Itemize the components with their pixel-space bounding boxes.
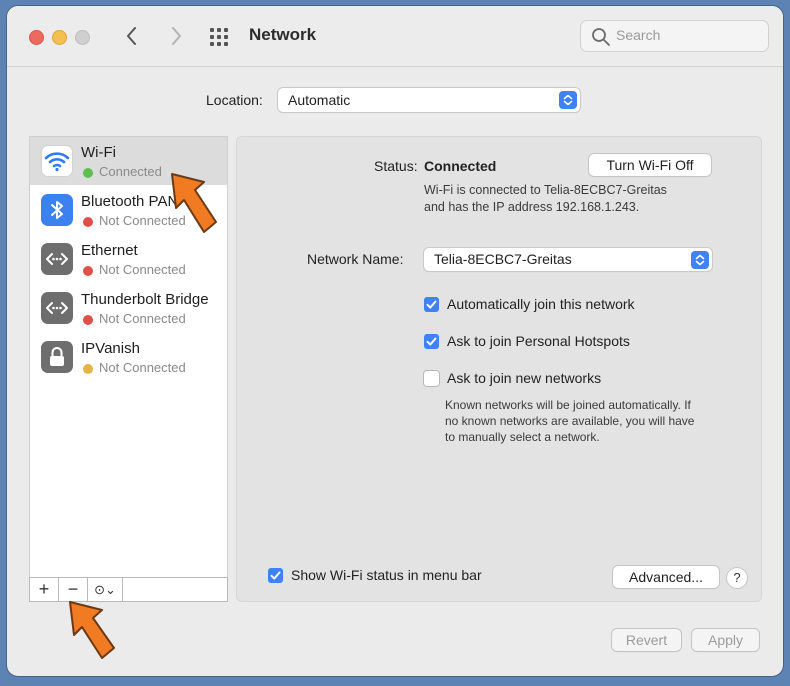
apply-button[interactable]: Apply bbox=[692, 629, 759, 651]
location-value: Automatic bbox=[288, 92, 351, 108]
advanced-button[interactable]: Advanced... bbox=[613, 566, 719, 588]
status-description-line-1: Wi-Fi is connected to Telia-8ECBC7-Greit… bbox=[424, 183, 667, 197]
auto-join-checkbox[interactable] bbox=[424, 297, 439, 312]
annotation-arrow-icon bbox=[69, 601, 115, 659]
location-popup[interactable]: Automatic bbox=[278, 88, 580, 112]
network-preferences-window: Network Location: Automatic bbox=[7, 6, 783, 676]
service-item-ethernet[interactable]: Ethernet Not Connected bbox=[30, 235, 227, 283]
status-label: Status: bbox=[374, 158, 418, 174]
service-status: Connected bbox=[99, 164, 162, 179]
service-status: Not Connected bbox=[99, 262, 186, 277]
search-icon bbox=[592, 28, 610, 46]
service-status: Not Connected bbox=[99, 311, 186, 326]
back-button[interactable] bbox=[119, 22, 145, 50]
known-networks-note-3: to manually select a network. bbox=[445, 430, 600, 444]
ask-new-networks-label: Ask to join new networks bbox=[447, 370, 602, 386]
ask-hotspots-checkbox[interactable] bbox=[424, 334, 439, 349]
bluetooth-icon bbox=[41, 194, 73, 226]
chevron-right-icon bbox=[172, 27, 181, 45]
add-service-button[interactable]: + bbox=[30, 578, 59, 601]
status-dot bbox=[83, 217, 93, 227]
close-button[interactable] bbox=[29, 30, 44, 45]
annotation-arrow-icon bbox=[171, 173, 217, 233]
network-name-value: Telia-8ECBC7-Greitas bbox=[434, 251, 572, 267]
service-item-thunderbolt-bridge[interactable]: Thunderbolt Bridge Not Connected bbox=[30, 284, 227, 332]
zoom-button[interactable] bbox=[75, 30, 90, 45]
turn-wifi-off-button[interactable]: Turn Wi-Fi Off bbox=[589, 154, 711, 176]
window-title: Network bbox=[249, 25, 317, 44]
thunderbolt-icon bbox=[41, 292, 73, 324]
service-status: Not Connected bbox=[99, 360, 186, 375]
chevron-left-icon bbox=[127, 27, 136, 45]
help-button[interactable]: ? bbox=[727, 568, 747, 588]
service-name: Wi-Fi bbox=[81, 144, 116, 161]
service-name: IPVanish bbox=[81, 340, 140, 357]
search-input[interactable] bbox=[616, 27, 756, 43]
location-label: Location: bbox=[206, 92, 263, 108]
lock-icon bbox=[41, 341, 73, 373]
status-dot bbox=[83, 315, 93, 325]
status-dot bbox=[83, 266, 93, 276]
status-description-line-2: and has the IP address 192.168.1.243. bbox=[424, 200, 640, 214]
wifi-icon bbox=[41, 145, 73, 177]
status-dot bbox=[83, 168, 93, 178]
ethernet-icon bbox=[41, 243, 73, 275]
auto-join-label: Automatically join this network bbox=[447, 296, 635, 312]
detail-panel: Status: Connected Turn Wi-Fi Off Wi-Fi i… bbox=[236, 136, 762, 602]
known-networks-note-1: Known networks will be joined automatica… bbox=[445, 398, 691, 412]
forward-button[interactable] bbox=[163, 22, 189, 50]
service-name: Bluetooth PAN bbox=[81, 193, 179, 210]
known-networks-note-2: no known networks are available, you wil… bbox=[445, 414, 695, 428]
revert-button[interactable]: Revert bbox=[612, 629, 681, 651]
search-field[interactable] bbox=[580, 20, 769, 52]
grid-icon bbox=[210, 28, 228, 46]
show-status-checkbox[interactable] bbox=[268, 568, 283, 583]
service-list-toolbar: + − ⊙⌄ bbox=[29, 577, 228, 602]
service-name: Ethernet bbox=[81, 242, 138, 259]
service-item-ipvanish[interactable]: IPVanish Not Connected bbox=[30, 333, 227, 381]
show-all-button[interactable] bbox=[209, 26, 231, 48]
minimize-button[interactable] bbox=[52, 30, 67, 45]
checkmark-icon bbox=[426, 337, 437, 346]
checkmark-icon bbox=[426, 300, 437, 309]
network-name-label: Network Name: bbox=[307, 251, 404, 267]
popup-stepper-icon bbox=[559, 91, 577, 109]
service-name: Thunderbolt Bridge bbox=[81, 291, 209, 308]
checkmark-icon bbox=[270, 571, 281, 580]
show-status-label: Show Wi-Fi status in menu bar bbox=[291, 567, 482, 583]
status-dot bbox=[83, 364, 93, 374]
ask-new-networks-checkbox[interactable] bbox=[424, 371, 439, 386]
status-value: Connected bbox=[424, 158, 497, 174]
ask-hotspots-label: Ask to join Personal Hotspots bbox=[447, 333, 630, 349]
network-name-popup[interactable]: Telia-8ECBC7-Greitas bbox=[424, 248, 712, 271]
titlebar: Network bbox=[7, 6, 783, 67]
popup-stepper-icon bbox=[691, 251, 709, 269]
